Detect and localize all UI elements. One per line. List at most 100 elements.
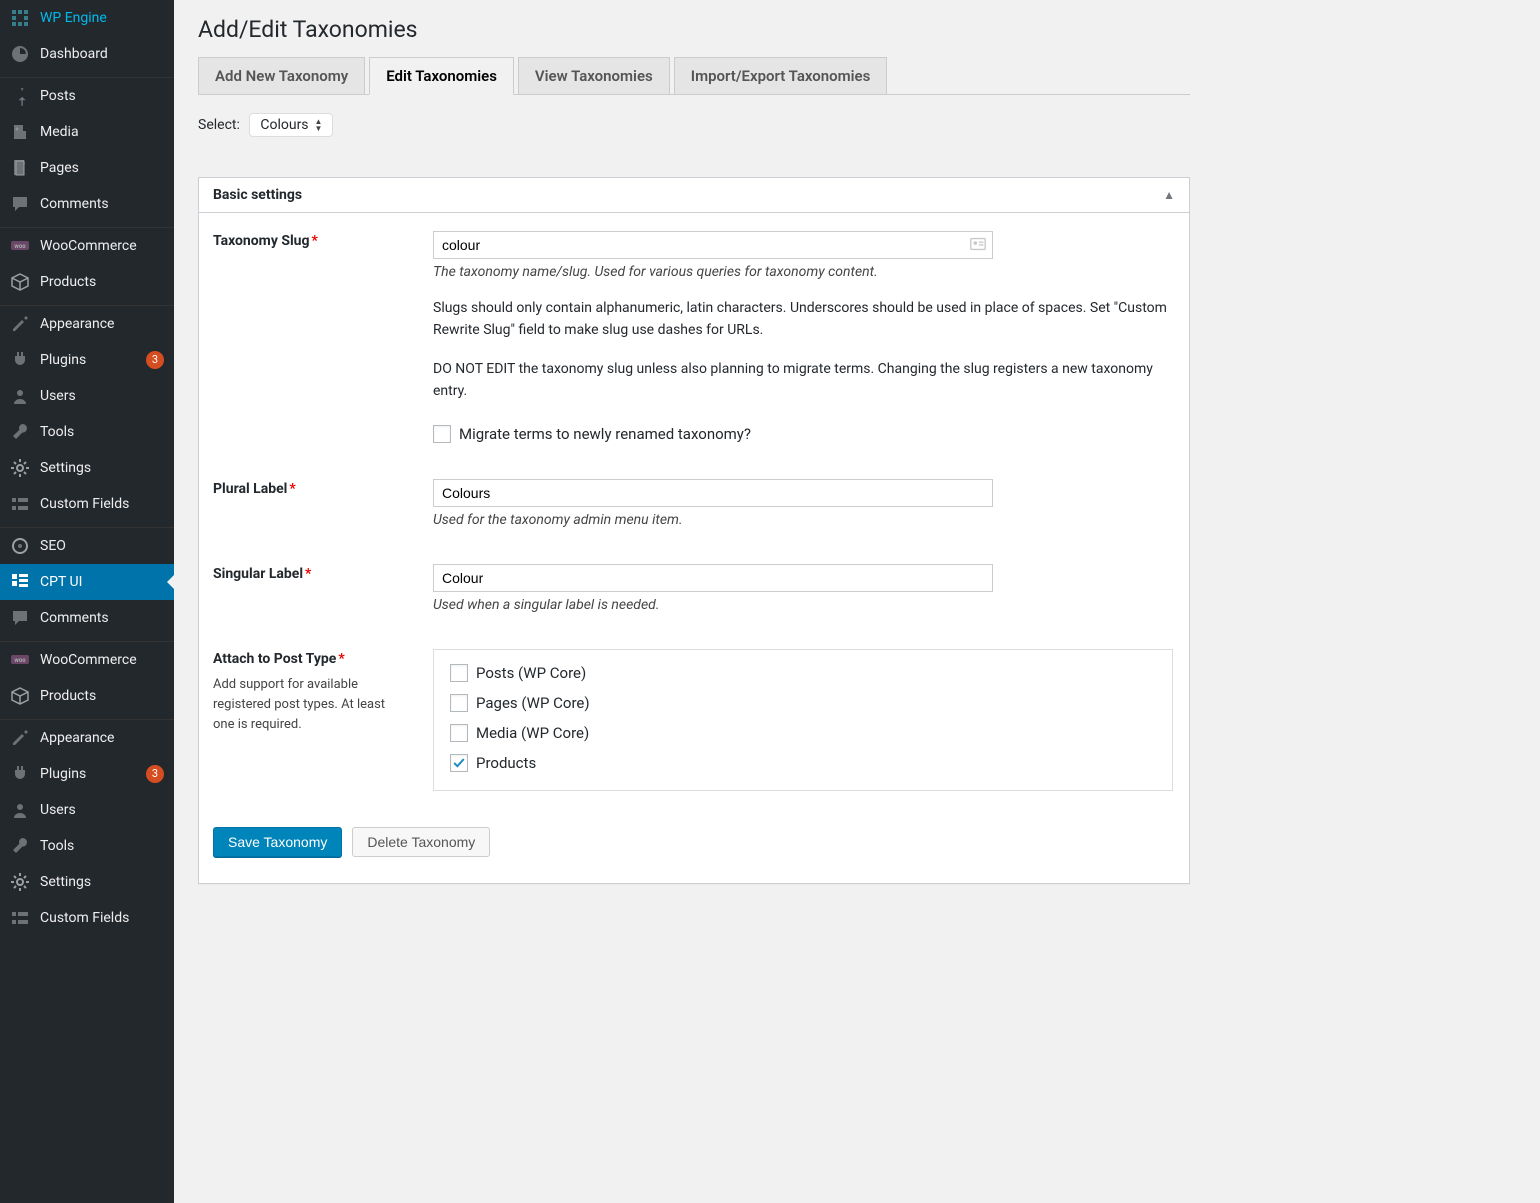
plural-label-input[interactable] xyxy=(433,479,993,507)
svg-text:woo: woo xyxy=(14,243,26,250)
sidebar-item-label: Tools xyxy=(40,838,164,854)
plugins-icon xyxy=(10,350,30,370)
sidebar-item-tools[interactable]: Tools xyxy=(0,828,174,864)
svg-text:woo: woo xyxy=(14,657,26,664)
caret-up-icon: ▲ xyxy=(1163,188,1175,202)
cptui-icon xyxy=(10,572,30,592)
post-type-label: Pages (WP Core) xyxy=(476,694,590,712)
sidebar-item-label: Comments xyxy=(40,610,164,626)
sidebar-item-plugins[interactable]: Plugins 3 xyxy=(0,342,174,378)
sidebar-item-settings[interactable]: Settings xyxy=(0,450,174,486)
tools-icon xyxy=(10,836,30,856)
sidebar-item-comments[interactable]: Comments xyxy=(0,186,174,222)
post-type-option-products[interactable]: Products xyxy=(450,754,1156,772)
update-count-badge: 3 xyxy=(146,351,164,369)
sidebar-item-products[interactable]: Products xyxy=(0,678,174,714)
settings-icon xyxy=(10,458,30,478)
sidebar-item-label: Tools xyxy=(40,424,164,440)
tab-view-taxonomies[interactable]: View Taxonomies xyxy=(518,57,670,94)
sidebar-item-comments[interactable]: Comments xyxy=(0,600,174,636)
taxonomy-select[interactable]: Colours ▲▼ xyxy=(249,113,333,137)
select-label: Select: xyxy=(198,117,240,133)
customfields-icon xyxy=(10,494,30,514)
tab-import-export-taxonomies[interactable]: Import/Export Taxonomies xyxy=(674,57,888,94)
users-icon xyxy=(10,386,30,406)
select-value: Colours xyxy=(260,117,308,133)
singular-label-input[interactable] xyxy=(433,564,993,592)
required-asterisk: * xyxy=(289,481,295,497)
sidebar-item-label: Products xyxy=(40,274,164,290)
sidebar-item-custom-fields[interactable]: Custom Fields xyxy=(0,900,174,936)
sidebar-item-appearance[interactable]: Appearance xyxy=(0,306,174,342)
sidebar-item-users[interactable]: Users xyxy=(0,378,174,414)
slug-label: Taxonomy Slug xyxy=(213,233,310,249)
checkbox-icon xyxy=(450,724,468,742)
appearance-icon xyxy=(10,728,30,748)
comment-icon xyxy=(10,608,30,628)
main-content: Add/Edit Taxonomies Add New TaxonomyEdit… xyxy=(174,0,1214,1203)
panel-header[interactable]: Basic settings ▲ xyxy=(199,178,1189,213)
checkbox-icon xyxy=(450,754,468,772)
update-count-badge: 3 xyxy=(146,765,164,783)
checkbox-icon xyxy=(450,694,468,712)
sidebar-item-label: WP Engine xyxy=(40,10,164,26)
sidebar-item-settings[interactable]: Settings xyxy=(0,864,174,900)
contact-card-icon xyxy=(969,235,987,253)
sidebar-item-plugins[interactable]: Plugins3 xyxy=(0,756,174,792)
migrate-terms-label: Migrate terms to newly renamed taxonomy? xyxy=(459,425,751,443)
plural-label: Plural Label xyxy=(213,481,287,497)
sidebar-item-label: SEO xyxy=(40,538,164,554)
post-type-label: Posts (WP Core) xyxy=(476,664,586,682)
sidebar-item-dashboard[interactable]: Dashboard xyxy=(0,36,174,72)
sidebar-item-label: WooCommerce xyxy=(40,652,164,668)
sidebar-item-media[interactable]: Media xyxy=(0,114,174,150)
sidebar-item-tools[interactable]: Tools xyxy=(0,414,174,450)
singular-label: Singular Label xyxy=(213,566,303,582)
post-type-option-media-wp-core-[interactable]: Media (WP Core) xyxy=(450,724,1156,742)
sidebar-item-pages[interactable]: Pages xyxy=(0,150,174,186)
sidebar-item-users[interactable]: Users xyxy=(0,792,174,828)
sidebar-item-label: Products xyxy=(40,688,164,704)
sidebar-item-custom-fields[interactable]: Custom Fields xyxy=(0,486,174,522)
basic-settings-panel: Basic settings ▲ Taxonomy Slug* The taxo… xyxy=(198,177,1190,884)
sidebar-item-label: Media xyxy=(40,124,164,140)
sidebar-item-seo[interactable]: SEO xyxy=(0,528,174,564)
checkbox-icon xyxy=(433,425,451,443)
taxonomy-select-row: Select: Colours ▲▼ xyxy=(198,113,1190,137)
sidebar-item-appearance[interactable]: Appearance xyxy=(0,720,174,756)
migrate-terms-checkbox[interactable]: Migrate terms to newly renamed taxonomy? xyxy=(433,425,1175,443)
woo-icon: woo xyxy=(10,236,30,256)
post-type-option-pages-wp-core-[interactable]: Pages (WP Core) xyxy=(450,694,1156,712)
sidebar-item-wp-engine[interactable]: WP Engine xyxy=(0,0,174,36)
panel-title: Basic settings xyxy=(213,187,302,203)
singular-description: Used when a singular label is needed. xyxy=(433,597,1175,613)
slug-help-2: DO NOT EDIT the taxonomy slug unless als… xyxy=(433,359,1175,402)
sidebar-item-label: Users xyxy=(40,388,164,404)
sidebar-item-label: Settings xyxy=(40,874,164,890)
products-icon xyxy=(10,686,30,706)
save-taxonomy-button[interactable]: Save Taxonomy xyxy=(213,827,342,857)
page-icon xyxy=(10,158,30,178)
sidebar-item-cpt-ui[interactable]: CPT UI xyxy=(0,564,174,600)
chevron-updown-icon: ▲▼ xyxy=(315,118,323,132)
settings-icon xyxy=(10,872,30,892)
customfields-icon xyxy=(10,908,30,928)
sidebar-item-label: Plugins xyxy=(40,352,140,368)
tab-nav: Add New TaxonomyEdit TaxonomiesView Taxo… xyxy=(198,57,1190,95)
products-icon xyxy=(10,272,30,292)
taxonomy-slug-input[interactable] xyxy=(433,231,993,259)
sidebar-item-woocommerce[interactable]: wooWooCommerce xyxy=(0,228,174,264)
tab-add-new-taxonomy[interactable]: Add New Taxonomy xyxy=(198,57,365,94)
plugins-icon xyxy=(10,764,30,784)
post-type-label: Products xyxy=(476,754,536,772)
sidebar-item-woocommerce[interactable]: woo WooCommerce xyxy=(0,642,174,678)
checkbox-icon xyxy=(450,664,468,682)
sidebar-item-products[interactable]: Products xyxy=(0,264,174,300)
post-type-option-posts-wp-core-[interactable]: Posts (WP Core) xyxy=(450,664,1156,682)
delete-taxonomy-button[interactable]: Delete Taxonomy xyxy=(352,827,490,857)
sidebar-item-posts[interactable]: Posts xyxy=(0,78,174,114)
tab-edit-taxonomies[interactable]: Edit Taxonomies xyxy=(369,57,514,95)
sidebar-item-label: Appearance xyxy=(40,730,164,746)
admin-sidebar: WP EngineDashboardPostsMediaPagesComment… xyxy=(0,0,174,1203)
appearance-icon xyxy=(10,314,30,334)
